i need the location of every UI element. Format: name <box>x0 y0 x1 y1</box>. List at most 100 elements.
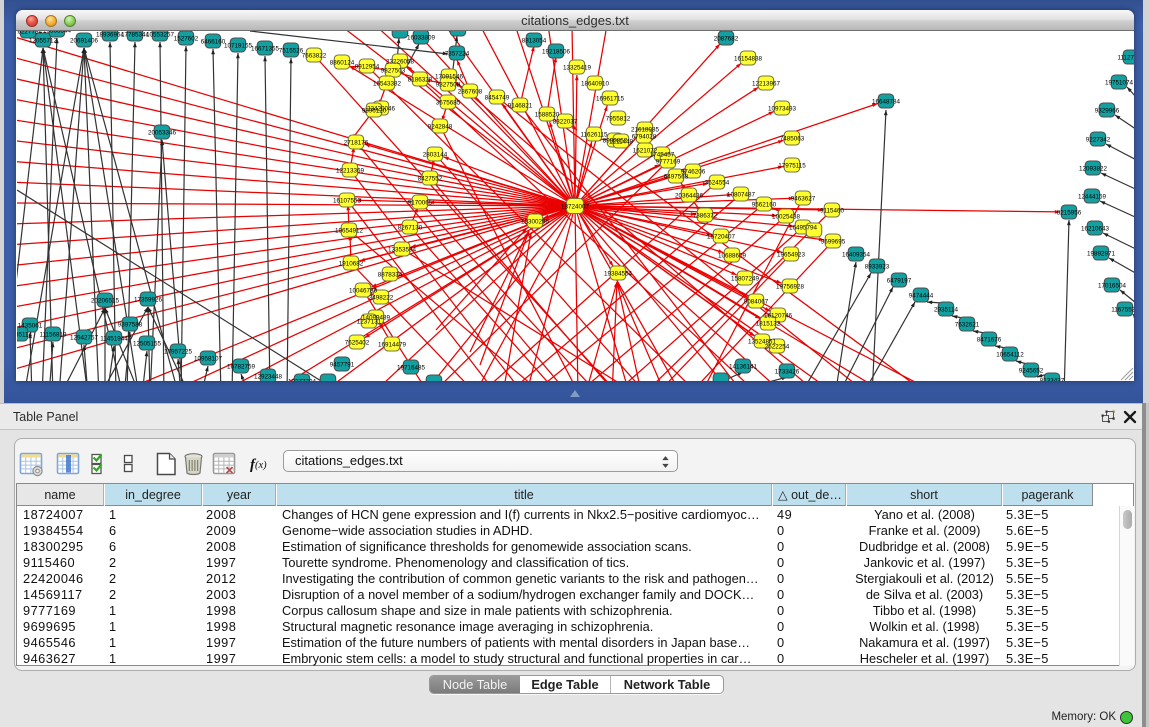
svg-text:17016504: 17016504 <box>1098 283 1127 290</box>
svg-text:2867608: 2867608 <box>458 89 483 96</box>
svg-text:1745457: 1745457 <box>650 152 675 159</box>
svg-text:12213369: 12213369 <box>336 168 365 175</box>
svg-text:9115460: 9115460 <box>820 208 845 215</box>
svg-text:3498222: 3498222 <box>369 295 394 302</box>
svg-text:9242848: 9242848 <box>428 124 453 131</box>
svg-text:7386372: 7386372 <box>693 213 718 220</box>
svg-text:8912954: 8912954 <box>355 64 380 71</box>
svg-text:16648784: 16648784 <box>872 99 901 106</box>
svg-text:1211448: 1211448 <box>609 139 634 146</box>
svg-text:8186328: 8186328 <box>408 77 433 84</box>
svg-text:17091546: 17091546 <box>435 74 464 81</box>
svg-text:16782759: 16782759 <box>227 364 256 371</box>
svg-text:7357224: 7357224 <box>445 51 470 58</box>
svg-text:9245652: 9245652 <box>1019 368 1044 375</box>
svg-text:6794028: 6794028 <box>632 134 657 141</box>
svg-text:12505155: 12505155 <box>133 341 162 348</box>
svg-text:8878334: 8878334 <box>378 272 403 279</box>
svg-text:9329966: 9329966 <box>1095 108 1120 115</box>
svg-text:9084067: 9084067 <box>744 299 769 306</box>
svg-text:6497568: 6497568 <box>664 174 689 181</box>
svg-text:10688609: 10688609 <box>718 253 747 260</box>
svg-text:14136141: 14136141 <box>729 364 758 371</box>
svg-text:9827503: 9827503 <box>381 68 406 75</box>
svg-text:20691406: 20691406 <box>70 38 99 45</box>
svg-text:2522254: 2522254 <box>765 344 790 351</box>
svg-text:19654912: 19654912 <box>335 228 364 235</box>
svg-text:18640910: 18640910 <box>581 81 610 88</box>
svg-text:19565344: 19565344 <box>43 31 72 35</box>
svg-text:16409354: 16409354 <box>842 252 871 259</box>
svg-text:18724007: 18724007 <box>561 204 590 211</box>
svg-text:8215956: 8215956 <box>1057 210 1082 217</box>
svg-text:16961715: 16961715 <box>596 96 625 103</box>
svg-text:7663822: 7663822 <box>302 53 327 60</box>
svg-text:19756928: 19756928 <box>776 284 805 291</box>
svg-text:18300295: 18300295 <box>521 219 550 226</box>
svg-text:10973493: 10973493 <box>768 106 797 113</box>
svg-text:11451944: 11451944 <box>100 336 128 343</box>
svg-text:19384554: 19384554 <box>604 271 633 278</box>
svg-text:8860124: 8860124 <box>330 60 355 67</box>
svg-text:7625402: 7625402 <box>345 340 370 347</box>
svg-text:17975115: 17975115 <box>778 163 806 170</box>
svg-text:10277704: 10277704 <box>288 379 317 382</box>
svg-text:2803144: 2803144 <box>423 152 448 159</box>
svg-text:12093822: 12093822 <box>1079 166 1108 173</box>
svg-text:20053346: 20053346 <box>148 130 177 137</box>
svg-text:10807487: 10807487 <box>727 192 756 199</box>
svg-text:9135114: 9135114 <box>17 332 33 339</box>
svg-text:16120746: 16120746 <box>764 313 793 320</box>
svg-text:20364436: 20364436 <box>675 193 704 200</box>
svg-text:21618985: 21618985 <box>631 127 660 134</box>
svg-text:10719155: 10719155 <box>224 43 253 50</box>
svg-text:19892971: 19892971 <box>1087 251 1116 258</box>
svg-text:1527602: 1527602 <box>174 36 199 43</box>
svg-text:9562160: 9562160 <box>752 202 777 209</box>
svg-text:19654923: 19654923 <box>777 252 806 259</box>
svg-text:20206515: 20206515 <box>91 298 120 305</box>
svg-text:2935114: 2935114 <box>934 307 959 314</box>
svg-text:10654112: 10654112 <box>996 352 1024 359</box>
svg-text:10046786: 10046786 <box>349 288 378 295</box>
svg-text:(x): (x) <box>255 460 267 471</box>
svg-text:1910682: 1910682 <box>339 261 364 268</box>
svg-text:2718176: 2718176 <box>344 140 369 147</box>
svg-text:16107553: 16107553 <box>333 198 362 205</box>
svg-text:9463627: 9463627 <box>791 196 816 203</box>
svg-text:16914479: 16914479 <box>378 342 407 349</box>
svg-text:7515526: 7515526 <box>279 48 304 55</box>
svg-text:9474444: 9474444 <box>909 293 934 300</box>
svg-text:23226058: 23226058 <box>386 59 415 66</box>
svg-text:13325419: 13325419 <box>563 65 592 72</box>
svg-text:16227734: 16227734 <box>17 31 42 36</box>
svg-text:10553257: 10553257 <box>146 32 175 39</box>
svg-text:16671355: 16671355 <box>251 46 280 53</box>
svg-text:9146821: 9146821 <box>508 103 533 110</box>
svg-text:8267130: 8267130 <box>398 225 423 232</box>
svg-text:9397588: 9397588 <box>118 322 143 329</box>
svg-text:11156819: 11156819 <box>39 332 67 339</box>
svg-text:8813054: 8813054 <box>522 38 547 45</box>
svg-text:16543382: 16543382 <box>373 81 402 88</box>
svg-text:16154838: 16154838 <box>734 56 763 63</box>
svg-text:9896120: 9896120 <box>362 108 387 115</box>
svg-text:8133437: 8133437 <box>1040 378 1065 382</box>
svg-text:9170065: 9170065 <box>408 200 433 207</box>
svg-text:6479197: 6479197 <box>887 278 912 285</box>
svg-text:8427552: 8427552 <box>418 176 443 183</box>
svg-text:12942757: 12942757 <box>70 335 99 342</box>
svg-text:7632621: 7632621 <box>955 322 980 329</box>
svg-text:9227342: 9227342 <box>1086 137 1111 144</box>
svg-text:19751074: 19751074 <box>1105 80 1134 87</box>
svg-text:16495794: 16495794 <box>789 225 818 232</box>
svg-text:15720407: 15720407 <box>707 234 736 241</box>
svg-text:12055712: 12055712 <box>29 38 58 45</box>
svg-text:3675685: 3675685 <box>436 100 461 107</box>
svg-text:3624554: 3624554 <box>705 180 730 187</box>
svg-text:8471676: 8471676 <box>977 337 1002 344</box>
svg-text:2087682: 2087682 <box>714 36 739 43</box>
svg-text:11675531: 11675531 <box>1111 307 1134 314</box>
svg-text:12444159: 12444159 <box>1078 194 1107 201</box>
svg-text:1237131: 1237131 <box>357 319 382 326</box>
